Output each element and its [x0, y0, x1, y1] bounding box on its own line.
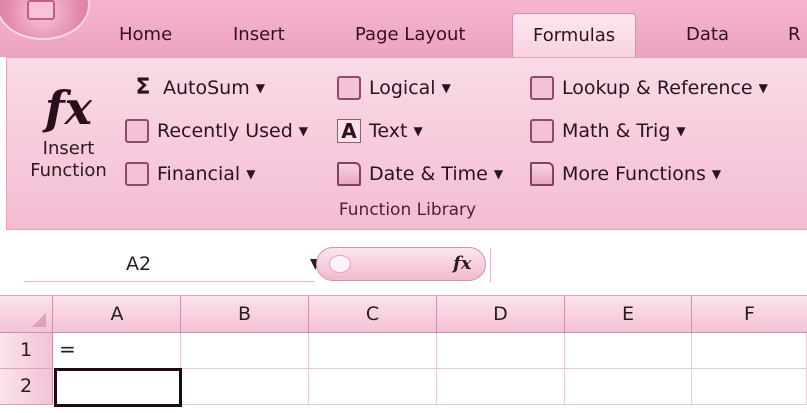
office-button[interactable] — [0, 0, 90, 40]
dropdown-arrow-icon: ▼ — [255, 81, 265, 95]
recently-used-button[interactable]: Recently Used ▼ — [125, 116, 308, 146]
tab-home[interactable]: Home — [119, 14, 172, 56]
cell-f2[interactable] — [692, 369, 807, 405]
dropdown-arrow-icon: ▼ — [246, 167, 256, 181]
dropdown-arrow-icon: ▼ — [676, 124, 686, 138]
insert-function-fx-icon[interactable]: fx — [453, 250, 471, 278]
financial-label: Financial — [157, 163, 241, 185]
theta-book-icon — [530, 119, 554, 143]
cell-a2-selected[interactable] — [54, 368, 182, 407]
row-header-1[interactable]: 1 — [0, 333, 53, 369]
dropdown-arrow-icon: ▼ — [711, 167, 722, 181]
column-header-b[interactable]: B — [181, 296, 309, 333]
cell-c2[interactable] — [309, 369, 437, 405]
date-time-label: Date & Time — [369, 163, 488, 185]
financial-button[interactable]: Financial ▼ — [125, 159, 255, 189]
name-box[interactable]: A2 ▼ — [24, 246, 321, 282]
formula-bar: A2 ▼ fx — [0, 244, 807, 284]
dropdown-arrow-icon: ▼ — [493, 167, 504, 181]
dropdown-arrow-icon: ▼ — [413, 124, 423, 138]
dropdown-arrow-icon: ▼ — [441, 81, 451, 95]
column-header-f[interactable]: F — [692, 296, 807, 333]
formula-bar-controls: fx — [316, 247, 486, 281]
column-header-a[interactable]: A — [54, 296, 181, 333]
math-trig-button[interactable]: Math & Trig ▼ — [530, 116, 686, 146]
column-header-c[interactable]: C — [309, 296, 437, 333]
column-header-row: A B C D E F — [0, 295, 807, 333]
books-icon — [530, 162, 554, 186]
cell-b1[interactable] — [181, 333, 309, 369]
magnifier-book-icon — [530, 76, 554, 100]
insert-function-label-line2: Function — [30, 160, 107, 181]
name-box-value: A2 — [126, 253, 152, 275]
tab-page-layout[interactable]: Page Layout — [355, 14, 466, 56]
column-header-e[interactable]: E — [565, 296, 692, 333]
select-all-button[interactable] — [0, 296, 53, 333]
column-header-d[interactable]: D — [437, 296, 565, 333]
cell-d2[interactable] — [437, 369, 565, 405]
autosum-label: AutoSum — [163, 77, 250, 99]
select-all-triangle-icon — [32, 313, 46, 327]
insert-function-label-line1: Insert — [42, 138, 95, 159]
more-functions-button[interactable]: More Functions ▼ — [530, 159, 721, 189]
insert-function-button[interactable]: fx Insert Function — [21, 78, 116, 196]
row-header-2[interactable]: 2 — [0, 369, 53, 405]
cell-b2[interactable] — [182, 369, 309, 405]
math-trig-label: Math & Trig — [562, 120, 671, 142]
tab-data[interactable]: Data — [686, 14, 729, 56]
lookup-reference-button[interactable]: Lookup & Reference ▼ — [530, 73, 768, 103]
cell-d1[interactable] — [437, 333, 565, 369]
clock-book-icon — [337, 162, 361, 186]
dropdown-arrow-icon: ▼ — [298, 124, 309, 138]
recently-used-label: Recently Used — [157, 120, 293, 142]
text-button[interactable]: A Text ▼ — [337, 116, 423, 146]
cell-f1[interactable] — [692, 333, 807, 369]
letter-a-icon: A — [337, 119, 361, 143]
ribbon-tab-strip: Home Insert Page Layout Formulas Data R — [0, 0, 807, 58]
cell-a1[interactable]: = — [54, 333, 181, 369]
more-functions-label: More Functions — [562, 163, 706, 185]
tab-insert[interactable]: Insert — [233, 14, 285, 56]
cell-e2[interactable] — [565, 369, 692, 405]
date-time-button[interactable]: Date & Time ▼ — [337, 159, 503, 189]
tab-formulas[interactable]: Formulas — [512, 13, 637, 58]
tab-review-partial[interactable]: R — [788, 14, 801, 56]
money-book-icon — [125, 162, 149, 186]
logical-button[interactable]: Logical ▼ — [337, 73, 451, 103]
function-library-label: Function Library — [338, 200, 477, 220]
dropdown-arrow-icon: ▼ — [758, 81, 768, 95]
office-logo-icon — [27, 0, 55, 20]
fx-icon: fx — [44, 81, 93, 135]
autosum-button[interactable]: Σ AutoSum ▼ — [131, 73, 265, 103]
text-label: Text — [369, 120, 408, 142]
logical-label: Logical — [369, 77, 436, 99]
lookup-reference-label: Lookup & Reference — [562, 77, 753, 99]
sigma-icon: Σ — [135, 75, 151, 100]
formula-input[interactable] — [490, 248, 807, 282]
question-book-icon — [337, 76, 361, 100]
cell-e1[interactable] — [565, 333, 692, 369]
star-book-icon — [125, 119, 149, 143]
function-library-group: fx Insert Function Σ AutoSum ▼ Recently … — [6, 57, 807, 230]
expand-handle-icon[interactable] — [329, 255, 351, 273]
cell-c1[interactable] — [309, 333, 437, 369]
